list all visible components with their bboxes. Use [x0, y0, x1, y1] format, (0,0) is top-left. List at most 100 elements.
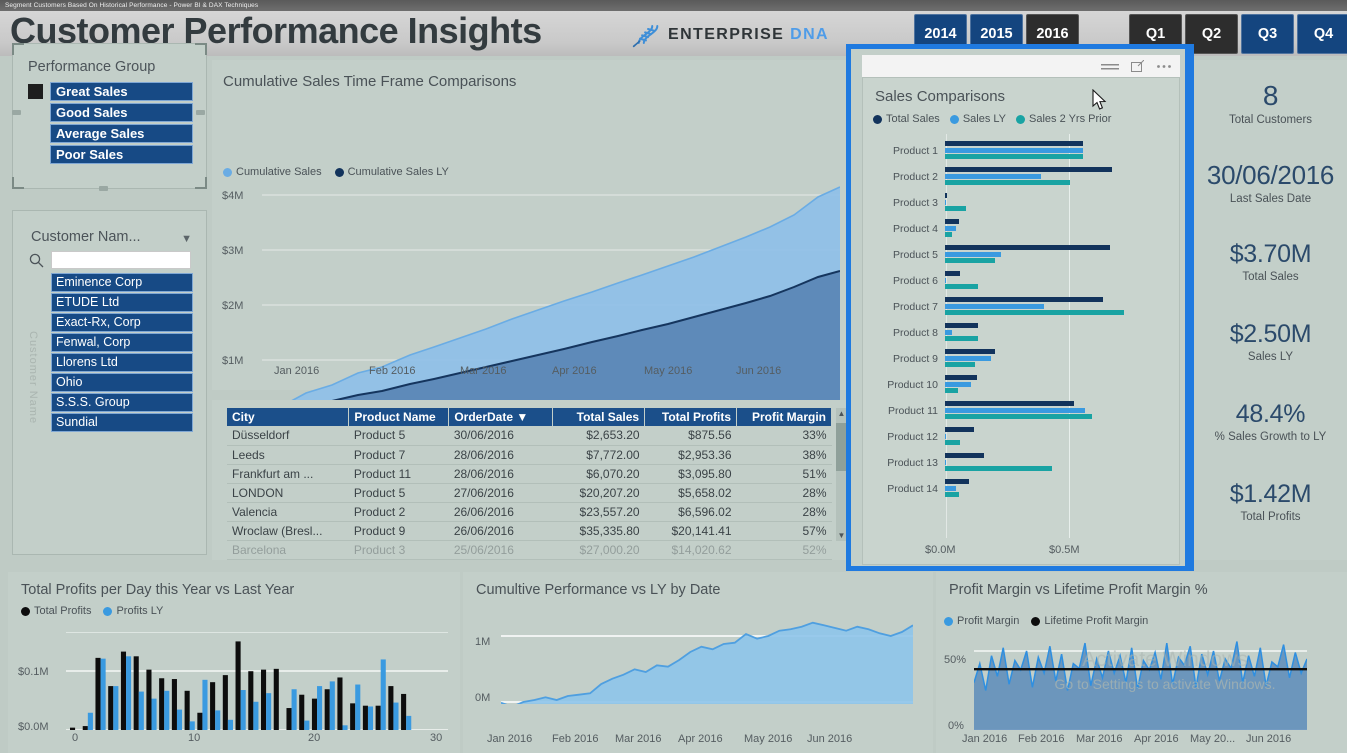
kpi-card-sales-growth[interactable]: 48.4% % Sales Growth to LY: [1194, 400, 1347, 443]
bar[interactable]: [266, 693, 272, 730]
quarter-button-q3[interactable]: Q3: [1241, 14, 1294, 54]
bar-sales-ly[interactable]: [945, 251, 1002, 257]
legend-item-profit-margin[interactable]: Profit Margin: [944, 615, 1019, 627]
bar[interactable]: [159, 678, 165, 730]
bar-sales-ly[interactable]: [945, 355, 991, 361]
bar[interactable]: [171, 679, 177, 730]
bar-group[interactable]: Product 1: [873, 138, 1173, 164]
bar-sales-ly[interactable]: [945, 303, 1044, 309]
bar[interactable]: [406, 715, 412, 730]
bar-sales-ly[interactable]: [945, 433, 946, 439]
list-item[interactable]: Sundial: [51, 413, 193, 432]
bar-group[interactable]: Product 14: [873, 476, 1173, 502]
bar-group[interactable]: Product 7: [873, 294, 1173, 320]
list-item[interactable]: Llorens Ltd: [51, 353, 193, 372]
bar-total-sales[interactable]: [945, 167, 1113, 173]
column-header-product-name[interactable]: Product Name: [348, 408, 450, 426]
bar[interactable]: [362, 705, 368, 730]
bar[interactable]: [350, 703, 356, 730]
bar[interactable]: [311, 698, 318, 730]
legend-item-total-sales[interactable]: Total Sales: [873, 113, 940, 125]
bar-sales-2-yrs-prior[interactable]: [945, 154, 1083, 160]
bar-total-sales[interactable]: [945, 349, 995, 355]
bar[interactable]: [388, 686, 394, 730]
bar-sales-2-yrs-prior[interactable]: [945, 310, 1125, 316]
sales-detail-table[interactable]: City Product Name OrderDate ▼ Total Sale…: [212, 400, 852, 560]
bar-group[interactable]: Product 13: [873, 450, 1173, 476]
table-row[interactable]: Düsseldorf Product 5 30/06/2016 $2,653.2…: [227, 426, 832, 446]
bar-total-sales[interactable]: [945, 479, 969, 485]
bar[interactable]: [95, 657, 101, 730]
legend-item-total-profits[interactable]: Total Profits: [21, 605, 91, 617]
cumulative-sales-chart[interactable]: Cumulative Sales Time Frame Comparisons …: [212, 60, 852, 420]
column-header-total-profits[interactable]: Total Profits: [644, 408, 738, 426]
column-header-orderdate[interactable]: OrderDate ▼: [448, 408, 554, 426]
customer-name-slicer[interactable]: Customer Nam... ▼ Customer Name Eminence…: [12, 210, 207, 555]
bar[interactable]: [375, 705, 381, 730]
legend-item-sales-2-yrs-prior[interactable]: Sales 2 Yrs Prior: [1016, 113, 1111, 125]
bar[interactable]: [138, 691, 144, 730]
bar-sales-ly[interactable]: [945, 225, 957, 231]
resize-handle-left[interactable]: [12, 110, 21, 115]
focus-mode-icon[interactable]: [1131, 60, 1144, 73]
list-item[interactable]: S.S.S. Group: [51, 393, 193, 412]
legend-item-sales-ly[interactable]: Sales LY: [949, 113, 1006, 125]
bar-sales-ly[interactable]: [945, 407, 1085, 413]
bar[interactable]: [184, 690, 190, 730]
table-row[interactable]: Barcelona Product 3 25/06/2016 $27,000.2…: [227, 540, 832, 560]
slicer-item-average-sales[interactable]: Average Sales: [28, 124, 193, 143]
list-item[interactable]: Eminence Corp: [51, 273, 193, 292]
bar[interactable]: [367, 706, 374, 730]
bar-total-sales[interactable]: [945, 219, 959, 225]
bar-sales-ly[interactable]: [945, 459, 946, 465]
legend-item-profits-ly[interactable]: Profits LY: [103, 605, 163, 617]
list-item[interactable]: Exact-Rx, Corp: [51, 313, 193, 332]
slicer-item-poor-sales[interactable]: Poor Sales: [28, 145, 193, 164]
bar-total-sales[interactable]: [945, 453, 984, 459]
cumulative-performance-chart[interactable]: Cumultive Performance vs LY by Date 1M 0…: [463, 572, 933, 753]
bar[interactable]: [342, 725, 348, 730]
bar[interactable]: [286, 708, 292, 730]
table-row[interactable]: Frankfurt am ... Product 11 28/06/2016 $…: [227, 464, 832, 484]
list-item[interactable]: Fenwal, Corp: [51, 333, 193, 352]
total-profits-per-day-chart[interactable]: Total Profits per Day this Year vs Last …: [8, 572, 460, 753]
bar-sales-2-yrs-prior[interactable]: [945, 492, 959, 498]
bar[interactable]: [87, 712, 93, 730]
bar[interactable]: [202, 679, 208, 730]
bar[interactable]: [222, 675, 228, 730]
bar-total-sales[interactable]: [945, 427, 974, 433]
kpi-card-total-profits[interactable]: $1.42M Total Profits: [1194, 480, 1347, 523]
list-item[interactable]: Ohio: [51, 373, 193, 392]
bar-group[interactable]: Product 4: [873, 216, 1173, 242]
bar-sales-2-yrs-prior[interactable]: [945, 284, 979, 290]
search-input[interactable]: [51, 251, 191, 269]
bar-sales-ly[interactable]: [945, 199, 946, 205]
bar-group[interactable]: Product 10: [873, 372, 1173, 398]
bar-group[interactable]: Product 3: [873, 190, 1173, 216]
bar-sales-ly[interactable]: [945, 381, 971, 387]
bar[interactable]: [355, 684, 361, 730]
bar-group[interactable]: Product 2: [873, 164, 1173, 190]
resize-handle-tr[interactable]: [195, 43, 207, 55]
bar[interactable]: [210, 682, 216, 730]
bar-total-sales[interactable]: [945, 271, 961, 277]
resize-handle-tl[interactable]: [12, 43, 24, 55]
list-item[interactable]: ETUDE Ltd: [51, 293, 193, 312]
bar-sales-2-yrs-prior[interactable]: [945, 206, 967, 212]
bar-total-sales[interactable]: [945, 245, 1110, 251]
bar[interactable]: [70, 727, 76, 730]
bar[interactable]: [176, 709, 183, 730]
sales-comparisons-visual[interactable]: Sales Comparisons Total Sales Sales LY S…: [846, 44, 1190, 571]
kpi-card-sales-ly[interactable]: $2.50M Sales LY: [1194, 320, 1347, 363]
bar[interactable]: [380, 659, 386, 730]
bar[interactable]: [273, 668, 279, 730]
bar[interactable]: [248, 671, 254, 730]
bar-sales-ly[interactable]: [945, 147, 1083, 153]
bar-sales-2-yrs-prior[interactable]: [945, 440, 961, 446]
bar-total-sales[interactable]: [945, 193, 947, 199]
resize-handle-br[interactable]: [195, 177, 207, 189]
bar-group[interactable]: Product 6: [873, 268, 1173, 294]
bar[interactable]: [108, 686, 114, 730]
bar-sales-2-yrs-prior[interactable]: [945, 232, 952, 238]
column-header-city[interactable]: City: [227, 408, 350, 426]
